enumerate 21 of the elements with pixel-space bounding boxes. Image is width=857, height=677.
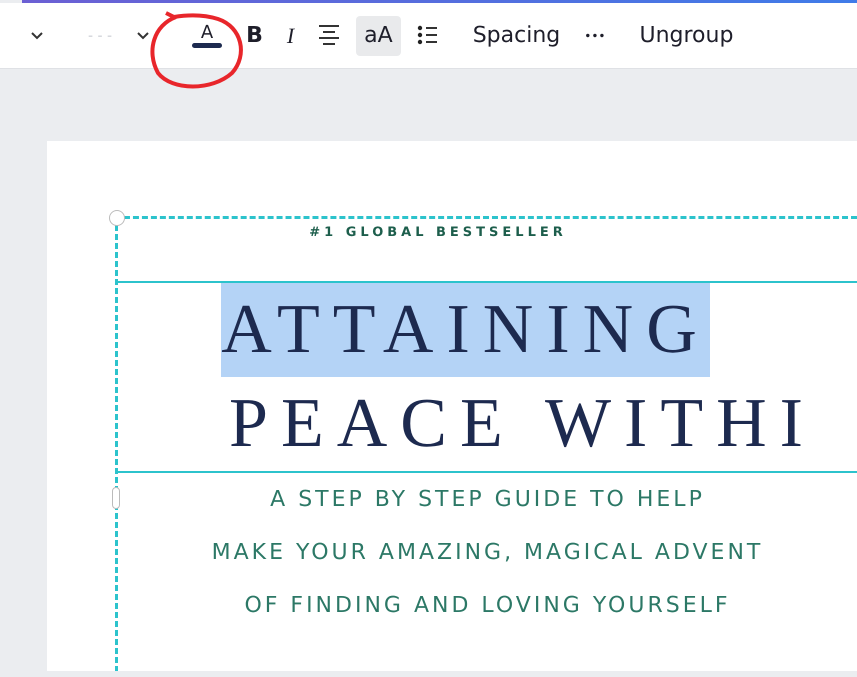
subtitle-line: A STEP BY STEP GUIDE TO HELP — [270, 486, 705, 514]
subtitle-line: OF FINDING AND LOVING YOURSELF — [244, 592, 731, 620]
toolbar-button[interactable]: B — [238, 16, 271, 56]
chevron-icon — [30, 30, 44, 41]
text-color-button[interactable]: A — [184, 16, 230, 56]
chevron-icon — [136, 30, 150, 41]
toolbar-button[interactable]: Ungroup — [631, 16, 742, 56]
align-center-icon — [318, 23, 340, 48]
toolbar-button[interactable]: ••• — [576, 16, 614, 56]
kicker-text: #1 GLOBAL BESTSELLER — [309, 224, 567, 242]
title-text-box[interactable]: ATTAINING PEACE WITHI — [118, 280, 857, 472]
list-icon — [416, 24, 439, 46]
side-handle[interactable] — [112, 487, 120, 509]
title-line: PEACE WITHI — [229, 384, 816, 464]
toolbar-button[interactable]: aA — [356, 16, 401, 56]
toolbar-button[interactable]: Spacing — [464, 16, 568, 56]
resize-handle[interactable] — [109, 210, 125, 226]
color-bar — [192, 43, 222, 48]
subtitle-line: MAKE YOUR AMAZING, MAGICAL ADVENT — [212, 538, 764, 566]
text-color-letter: A — [200, 23, 214, 43]
toolbar-button[interactable]: I — [278, 16, 302, 56]
